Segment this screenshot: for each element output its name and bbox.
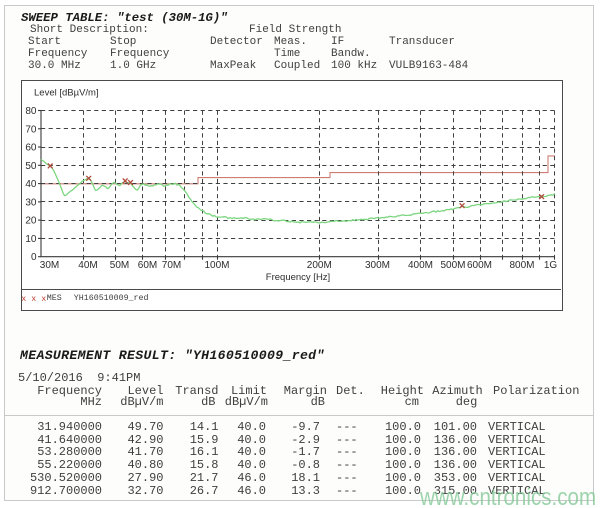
svg-text:300M: 300M	[365, 260, 390, 271]
svg-text:0: 0	[31, 252, 37, 263]
svg-text:40: 40	[25, 179, 37, 190]
svg-text:100M: 100M	[204, 260, 229, 271]
svg-text:600M: 600M	[467, 260, 492, 271]
svg-text:30: 30	[25, 197, 37, 208]
svg-text:Frequency [Hz]: Frequency [Hz]	[266, 272, 330, 283]
svg-text:200M: 200M	[307, 260, 332, 271]
svg-text:1G: 1G	[544, 260, 558, 271]
svg-text:60M: 60M	[138, 260, 157, 271]
svg-text:80: 80	[25, 106, 37, 117]
svg-text:30M: 30M	[40, 260, 59, 271]
svg-text:50: 50	[25, 161, 37, 172]
svg-text:800M: 800M	[509, 260, 534, 271]
svg-text:10: 10	[25, 234, 37, 245]
svg-text:60: 60	[25, 143, 37, 154]
svg-text:70: 70	[25, 124, 37, 135]
svg-text:70M: 70M	[162, 260, 181, 271]
svg-text:40M: 40M	[78, 260, 97, 271]
svg-text:Level [dBµV/m]: Level [dBµV/m]	[34, 88, 99, 99]
svg-text:50M: 50M	[110, 260, 129, 271]
svg-text:500M: 500M	[440, 260, 465, 271]
svg-text:20: 20	[25, 216, 37, 227]
svg-text:400M: 400M	[408, 260, 433, 271]
